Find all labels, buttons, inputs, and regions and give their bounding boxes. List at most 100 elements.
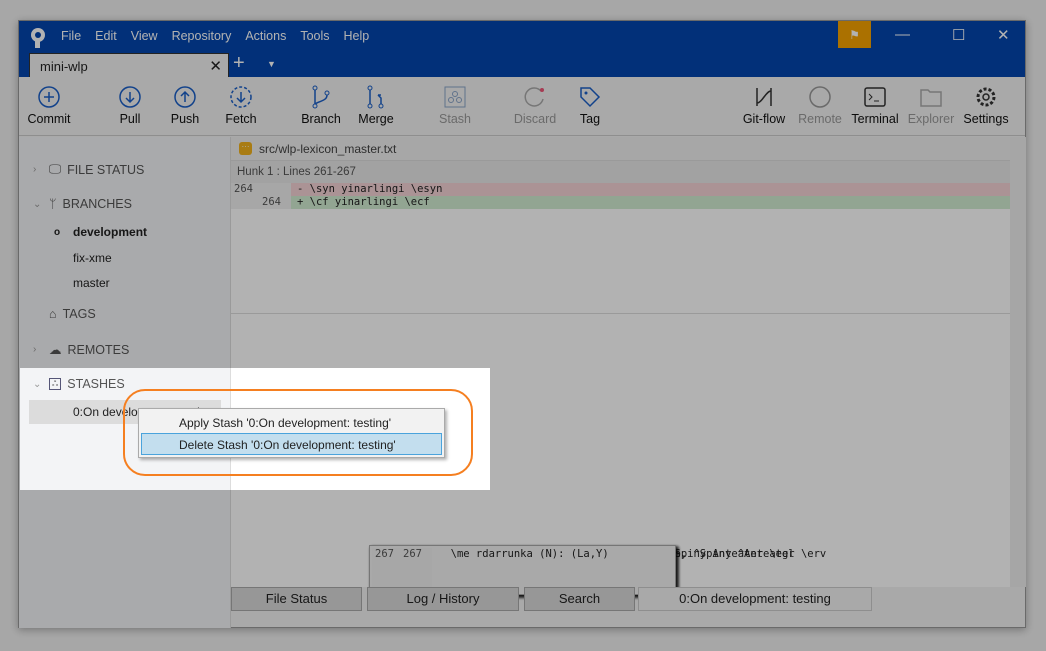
sourcetree-logo-icon	[31, 28, 45, 48]
folder-icon	[920, 89, 942, 107]
monitor-icon: 🖵	[49, 162, 62, 176]
menu-help[interactable]: Help	[344, 29, 370, 43]
sidebar-remotes[interactable]: › ☁ REMOTES	[33, 342, 130, 358]
repo-tab[interactable]: mini-wlp ✕	[29, 53, 229, 77]
tab-log-history[interactable]: Log / History	[367, 587, 519, 611]
menu-edit[interactable]: Edit	[95, 29, 117, 43]
new-tab-button[interactable]: +	[233, 52, 245, 75]
merge-icon	[367, 85, 384, 109]
merge-button[interactable]: Merge	[346, 85, 406, 126]
file-path: src/wlp-lexicon_master.txt	[259, 141, 397, 156]
fetch-button[interactable]: Fetch	[211, 85, 271, 126]
pull-label: Pull	[119, 112, 141, 126]
sidebar-file-status[interactable]: › 🖵 FILE STATUS	[33, 162, 144, 177]
pull-icon	[119, 86, 141, 108]
menu-view[interactable]: View	[131, 29, 158, 43]
branch-icon: ᛘ	[49, 197, 57, 211]
gitflow-label: Git-flow	[742, 112, 786, 126]
remote-button[interactable]: Remote	[790, 85, 850, 126]
gitflow-icon	[756, 88, 772, 106]
highlight-annotation	[123, 389, 473, 476]
remotes-label: REMOTES	[67, 342, 130, 357]
maximize-button[interactable]: ☐	[952, 26, 965, 44]
branch-item-fix-xme[interactable]: fix-xme	[73, 251, 112, 265]
branch-icon	[312, 85, 330, 109]
tag-label: Tag	[579, 112, 601, 126]
line-numbers: 264	[231, 196, 291, 209]
menu-repository[interactable]: Repository	[172, 29, 232, 43]
branch-item-development[interactable]: development	[73, 225, 147, 239]
old-line-number: 267	[375, 548, 394, 560]
terminal-label: Terminal	[851, 112, 899, 126]
menu-actions[interactable]: Actions	[245, 29, 286, 43]
gear-icon	[976, 87, 996, 107]
line-text: - \syn yinarlingi \esyn	[291, 183, 1010, 196]
globe-icon	[809, 86, 831, 108]
terminal-button[interactable]: Terminal	[845, 85, 905, 126]
toolbar: Commit Pull Push Fetch Branch Merge Stas…	[19, 77, 1025, 136]
close-button[interactable]: ✕	[997, 26, 1010, 44]
remote-label: Remote	[798, 112, 842, 126]
settings-button[interactable]: Settings	[956, 85, 1016, 126]
tab-search[interactable]: Search	[524, 587, 635, 611]
close-tab-icon[interactable]: ✕	[209, 57, 222, 75]
divider	[231, 313, 1010, 314]
commit-button[interactable]: Commit	[19, 85, 79, 126]
old-line-number: 264	[234, 183, 253, 195]
pull-button[interactable]: Pull	[100, 85, 160, 126]
tag-button[interactable]: Tag	[560, 85, 620, 126]
menu-file[interactable]: File	[61, 29, 81, 43]
hunk-header: Hunk 1 : Lines 261-267	[231, 161, 1010, 183]
line-text: + \cf yinarlingi \ecf	[291, 196, 1010, 209]
app-window: File Edit View Repository Actions Tools …	[18, 20, 1026, 628]
tab-file-status[interactable]: File Status	[231, 587, 362, 611]
sidebar-stashes[interactable]: ⌄ ஃ STASHES	[33, 377, 125, 391]
minimize-button[interactable]: —	[895, 26, 910, 43]
diff-line: 264 - \syn yinarlingi \esyn	[231, 183, 1010, 196]
explorer-label: Explorer	[907, 112, 955, 126]
cloud-icon: ☁	[49, 343, 62, 357]
current-branch-icon: o	[54, 227, 61, 238]
menu-bar: File Edit View Repository Actions Tools …	[61, 29, 369, 43]
push-button[interactable]: Push	[155, 85, 215, 126]
push-icon	[174, 86, 196, 108]
fetch-icon	[230, 86, 252, 108]
tags-label: TAGS	[62, 307, 96, 321]
commit-icon	[38, 86, 60, 108]
stash-button[interactable]: Stash	[425, 85, 485, 126]
menu-tools[interactable]: Tools	[300, 29, 329, 43]
discard-label: Discard	[513, 112, 557, 126]
tab-stash[interactable]: 0:On development: testing	[638, 587, 872, 611]
tab-dropdown-icon[interactable]: ▼	[267, 59, 276, 69]
branches-label: BRANCHES	[62, 197, 132, 211]
file-header: ··· src/wlp-lexicon_master.txt	[231, 137, 1010, 161]
repo-tab-label: mini-wlp	[40, 59, 88, 74]
new-line-number: 264	[262, 196, 281, 208]
modified-file-icon: ···	[239, 142, 252, 155]
chevron-down-icon: ⌄	[33, 378, 42, 390]
stash-icon: ஃ	[49, 378, 62, 390]
branch-item-master[interactable]: master	[73, 276, 110, 290]
chevron-down-icon: ⌄	[33, 198, 42, 210]
discard-icon	[524, 87, 544, 107]
explorer-button[interactable]: Explorer	[901, 85, 961, 126]
tag-icon: ⌂	[49, 307, 57, 321]
file-status-label: FILE STATUS	[67, 162, 145, 177]
new-line-number: 267	[403, 548, 422, 560]
gitflow-button[interactable]: Git-flow	[734, 85, 794, 126]
diff-lines: 261261 \dm fauna: kuyu: \edm262262 \gl S…	[231, 183, 1010, 595]
branch-button[interactable]: Branch	[291, 85, 351, 126]
stash-icon	[444, 86, 466, 108]
tag-icon	[580, 87, 601, 108]
sidebar-tags[interactable]: ⌂ TAGS	[33, 307, 96, 321]
branch-label: Branch	[301, 112, 341, 126]
title-bar: File Edit View Repository Actions Tools …	[19, 21, 1025, 77]
line-text: \me rdarrunka (N): (La,Y)	[438, 548, 609, 560]
discard-button[interactable]: Discard	[505, 85, 565, 126]
flag-icon[interactable]: ⚑	[838, 21, 871, 48]
diff-line: 264 + \cf yinarlingi \ecf	[231, 196, 1010, 209]
terminal-icon	[864, 87, 886, 107]
sidebar-branches[interactable]: ⌄ ᛘ BRANCHES	[33, 197, 132, 211]
scrollbar[interactable]	[1010, 137, 1026, 587]
merge-label: Merge	[358, 112, 394, 126]
